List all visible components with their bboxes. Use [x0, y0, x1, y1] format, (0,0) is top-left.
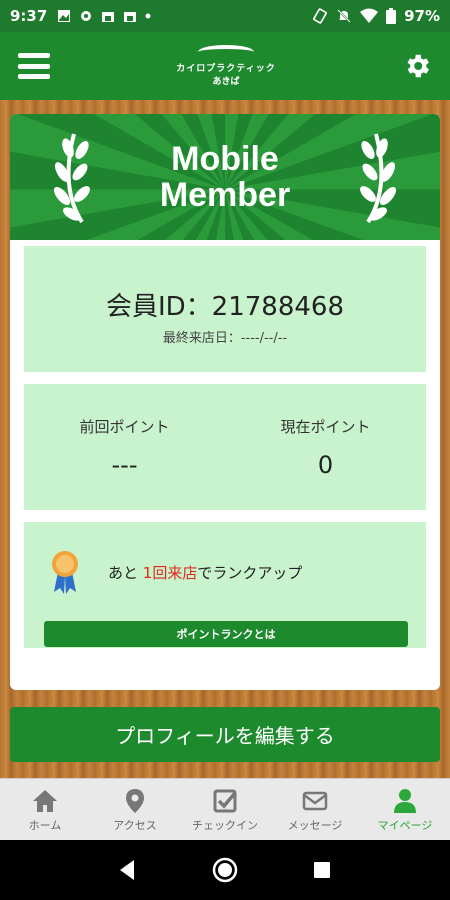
map-pin-icon [126, 788, 144, 813]
nav-label: アクセス [113, 818, 157, 832]
app-logo: カイロプラクティック あきば [176, 45, 275, 87]
home-icon [33, 789, 57, 812]
status-time: 9:37 [10, 7, 48, 25]
medal-icon [52, 551, 78, 594]
card-banner: Mobile Member [10, 114, 440, 240]
back-icon[interactable] [115, 857, 141, 883]
store-icon [102, 12, 115, 22]
prev-points-value: --- [111, 451, 138, 479]
rank-suffix: でランクアップ [197, 564, 303, 582]
settings-icon [81, 11, 92, 21]
nav-item-access[interactable]: アクセス [90, 779, 180, 840]
rank-message: あと 1回来店でランクアップ [108, 562, 302, 583]
gear-icon[interactable] [402, 51, 432, 81]
nav-label: メッセージ [287, 818, 343, 832]
last-visit-date: 最終来店日：----/--/-- [162, 331, 288, 346]
battery-icon [386, 8, 397, 24]
nav-label: マイページ [377, 818, 433, 832]
bottom-nav: ホーム アクセス チェックイン メッセージ マイページ [0, 778, 450, 840]
recents-icon[interactable] [309, 857, 335, 883]
nav-label: チェックイン [192, 818, 258, 832]
current-points: 現在ポイント 0 [225, 384, 426, 510]
person-icon [394, 788, 416, 813]
status-bar: 9:37 97% [0, 0, 450, 32]
nav-item-home[interactable]: ホーム [0, 779, 90, 840]
member-id-panel: 会員ID：21788468 最終来店日：----/--/-- [24, 246, 426, 372]
dot-icon [145, 13, 151, 19]
prev-points: 前回ポイント --- [24, 384, 225, 510]
leaf-logo-icon [198, 45, 254, 59]
rank-prefix: あと [108, 564, 143, 582]
store-icon [124, 12, 137, 22]
member-id: 会員ID：21788468 [105, 292, 345, 322]
points-panel: 前回ポイント --- 現在ポイント 0 [24, 384, 426, 510]
battery-percent: 97% [404, 7, 440, 25]
banner-title-line1: Mobile [171, 140, 279, 178]
nav-item-message[interactable]: メッセージ [270, 779, 360, 840]
member-card: Mobile Member 会員ID：21788468 最終来店日：----/-… [10, 114, 440, 690]
rotate-icon [313, 8, 327, 24]
current-points-value: 0 [317, 451, 334, 479]
laurel-icon [360, 133, 397, 224]
edit-profile-button[interactable]: プロフィールを編集する [10, 707, 440, 762]
image-icon [58, 10, 71, 22]
nav-label: ホーム [28, 818, 62, 832]
logo-line1: カイロプラクティック [176, 64, 276, 74]
rank-highlight: 1回来店 [142, 564, 198, 582]
mail-icon [302, 791, 328, 810]
app-header: カイロプラクティック あきば [0, 32, 450, 100]
nav-item-mypage[interactable]: マイページ [360, 779, 450, 840]
logo-line2: あきば [212, 77, 240, 87]
current-points-label: 現在ポイント [280, 418, 371, 436]
laurel-icon [53, 133, 90, 224]
system-nav-bar [0, 840, 450, 900]
banner-title-line2: Member [159, 176, 291, 214]
prev-points-label: 前回ポイント [79, 418, 170, 436]
mute-icon [337, 9, 351, 23]
rank-panel: あと 1回来店でランクアップ ポイントランクとは [24, 522, 426, 648]
home-button-icon[interactable] [212, 857, 238, 883]
banner-title: Mobile Member [160, 141, 290, 213]
point-rank-info-button[interactable]: ポイントランクとは [44, 621, 408, 647]
wifi-icon [360, 8, 379, 23]
menu-icon[interactable] [18, 53, 50, 79]
nav-item-checkin[interactable]: チェックイン [180, 779, 270, 840]
checkin-icon [213, 789, 237, 812]
